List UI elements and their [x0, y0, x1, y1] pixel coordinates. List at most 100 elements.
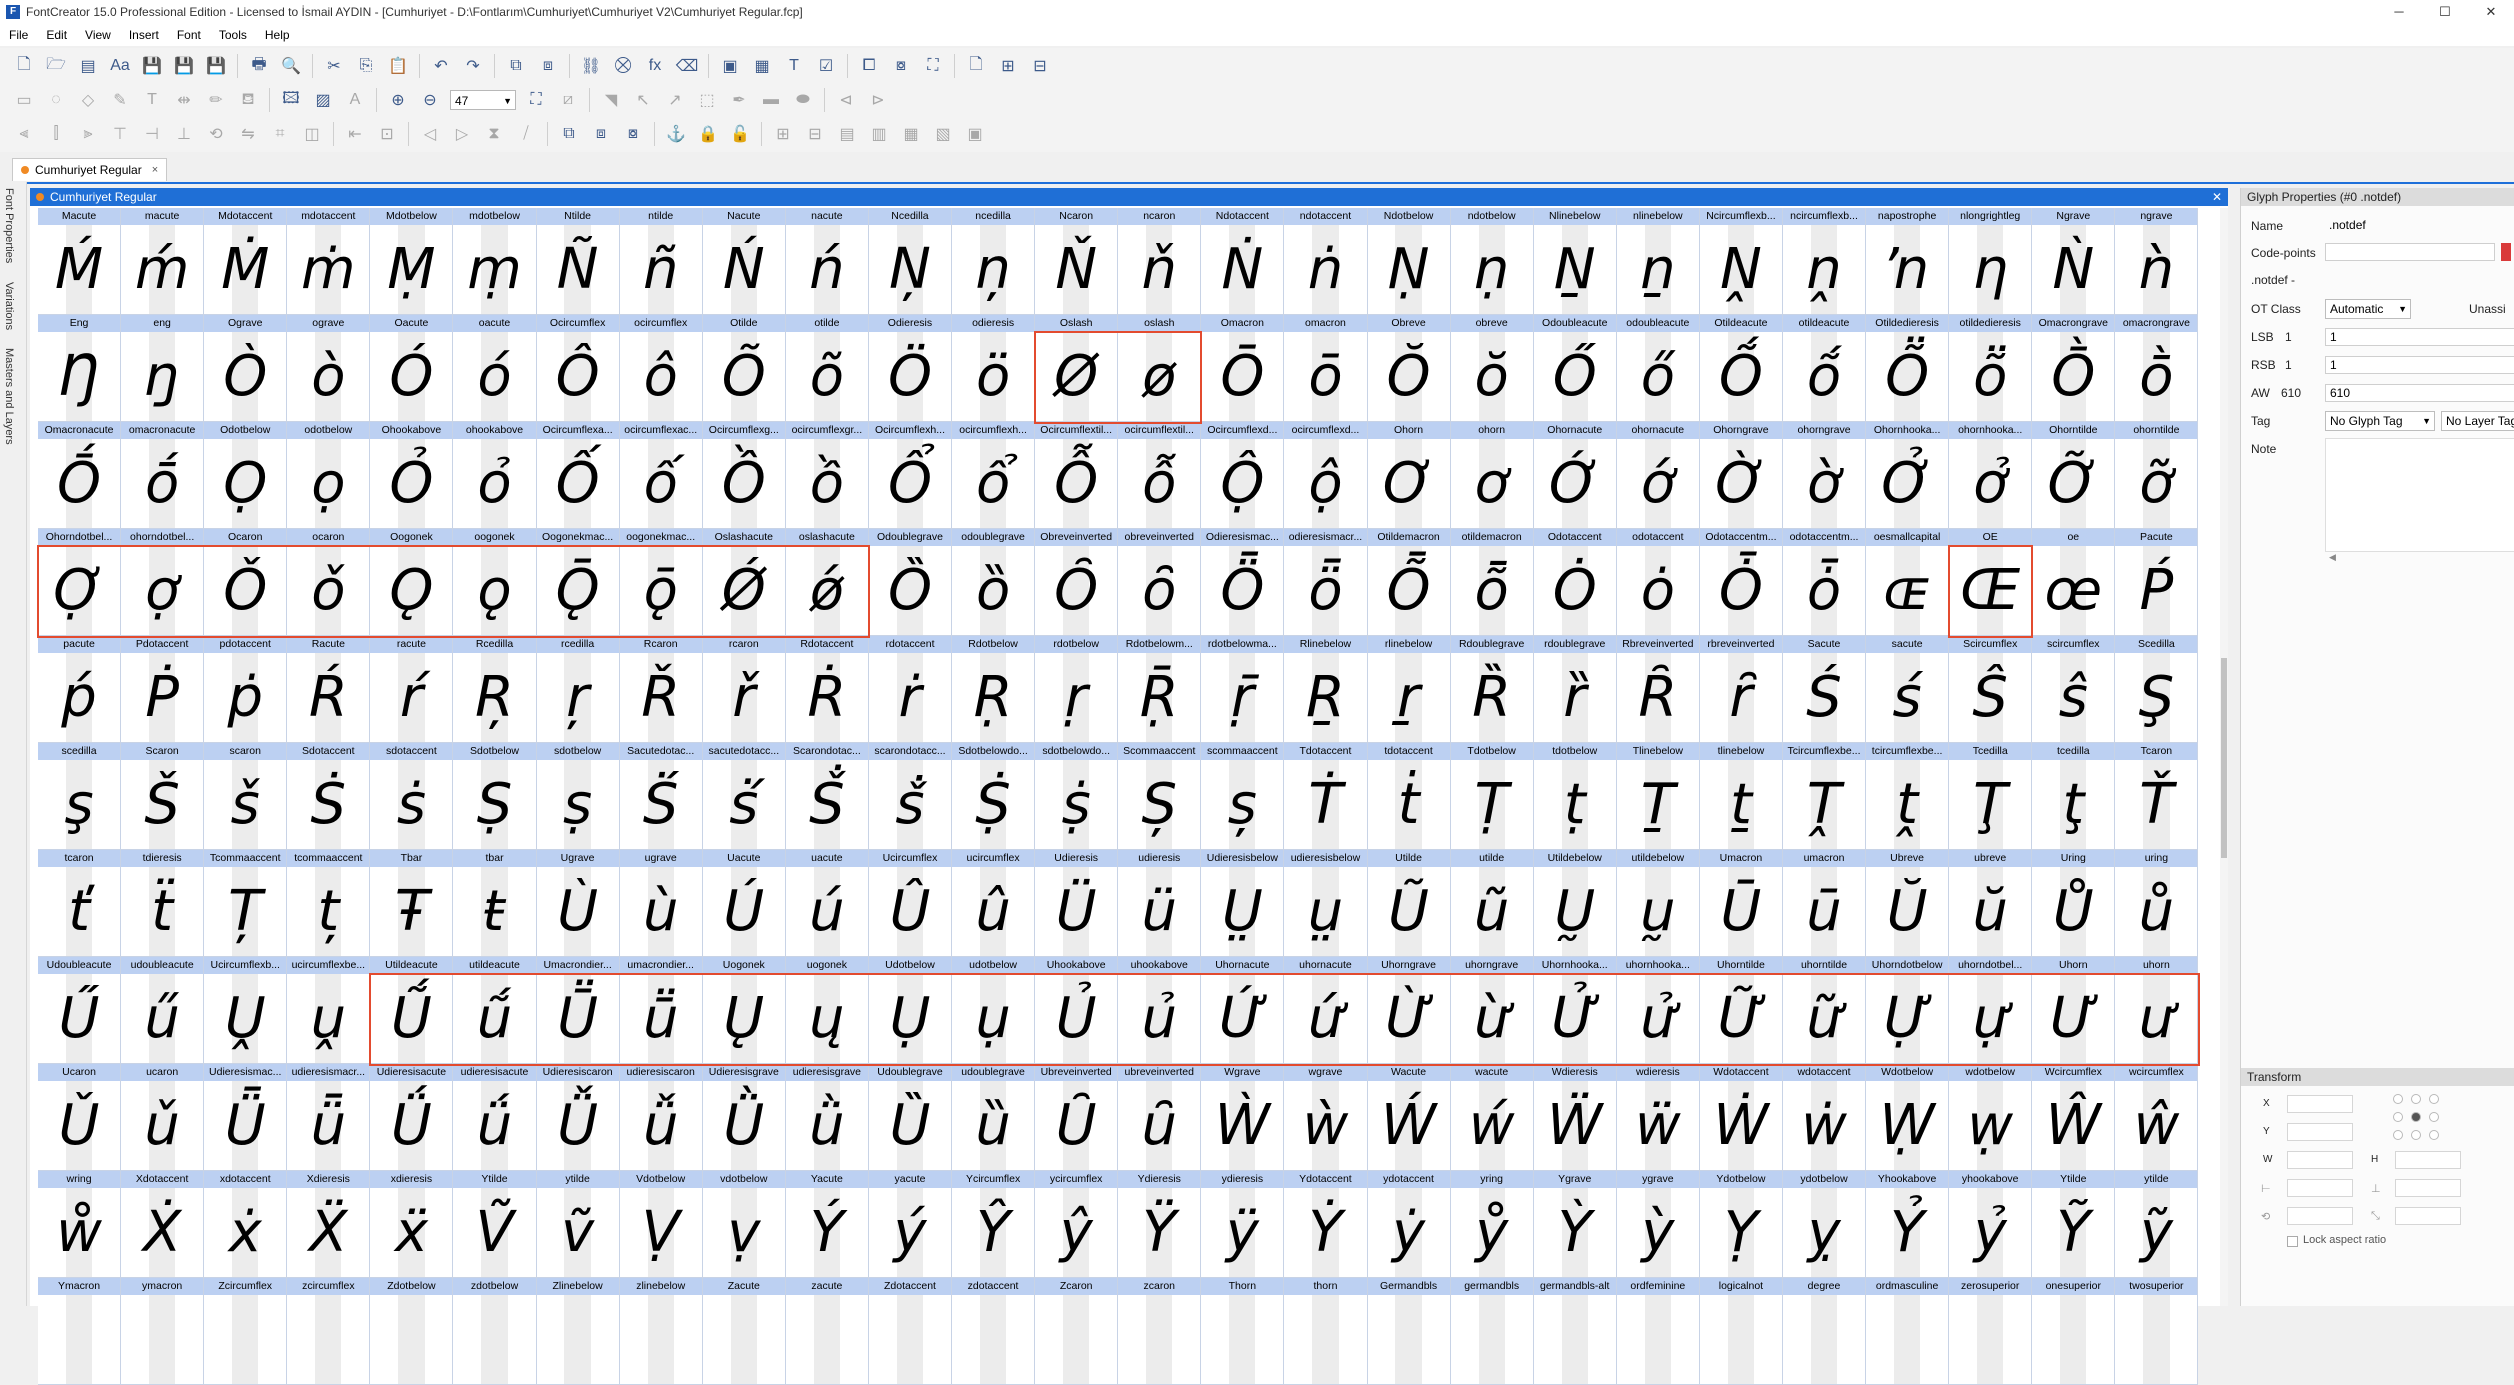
mirror-icon[interactable]: ⧗ — [481, 121, 507, 147]
glyph-cell[interactable]: Ndotbelow Ṇ — [1367, 208, 1451, 315]
vertical-scrollbar[interactable] — [2220, 208, 2228, 1306]
glyph-cell[interactable]: ohorndotbel... ợ — [121, 529, 205, 636]
copy-glyph-icon[interactable]: ⧉ — [503, 53, 529, 79]
glyph-cell[interactable]: Rcedilla Ŗ — [453, 636, 537, 743]
glyph-cell[interactable]: Scircumflex Ŝ — [1949, 636, 2033, 743]
glyph-cell[interactable]: Tcaron Ť — [2115, 743, 2199, 850]
glyph-cell[interactable]: Udieresiscaron Ǚ — [536, 1064, 620, 1171]
glyph-cell[interactable]: Uring Ů — [2032, 850, 2116, 957]
glyph-cell[interactable]: Uhookabove Ủ — [1035, 957, 1119, 1064]
glyph-cell[interactable]: tcaron ť — [38, 850, 122, 957]
link-icon[interactable]: ⛓ — [578, 53, 604, 79]
glyph-cell[interactable]: Odoublegrave Ȍ — [868, 529, 953, 636]
glyph-cell[interactable]: Ncircumflexb... Ṋ — [1699, 208, 1783, 315]
glyph-cell[interactable]: Odotaccentm... Ȱ — [1699, 529, 1783, 636]
glyph-cell[interactable]: ntilde ñ — [619, 208, 703, 315]
glyph-cell[interactable]: Odoubleacute Ő — [1533, 315, 1617, 422]
layout-icon[interactable]: ⊟ — [1027, 53, 1053, 79]
glyph-cell[interactable]: germandbls-alt — [1533, 1278, 1617, 1385]
menu-view[interactable]: View — [76, 28, 120, 42]
glyph-cell[interactable]: degree — [1782, 1278, 1867, 1385]
glyph-cell[interactable]: uhorndotbel... ự — [1949, 957, 2033, 1064]
glyph-cell[interactable]: tbar ŧ — [453, 850, 537, 957]
properties-icon[interactable]: ▣ — [717, 53, 743, 79]
guide-icon[interactable]: ⇤ — [342, 121, 368, 147]
glyph-cell[interactable]: Ucaron Ǔ — [38, 1064, 122, 1171]
glyph-cell[interactable]: odieresis ö — [952, 315, 1036, 422]
find-icon[interactable]: 🔍 — [278, 53, 304, 79]
skew-h-field[interactable] — [2287, 1179, 2353, 1197]
glyph-cell[interactable]: uogonek ų — [785, 957, 869, 1064]
glyph-cell[interactable]: zdotaccent — [952, 1278, 1036, 1385]
glyph-cell[interactable]: ucircumflex û — [952, 850, 1036, 957]
glyph-cell[interactable]: Omacronacute Ṓ — [38, 422, 122, 529]
glyph-cell[interactable]: ograve ò — [287, 315, 371, 422]
glyph-cell[interactable]: ncaron ň — [1118, 208, 1202, 315]
glyph-cell[interactable]: utildebelow ṵ — [1616, 850, 1700, 957]
open-project-icon[interactable]: ▤ — [75, 53, 101, 79]
validate-icon[interactable]: ☑ — [813, 53, 839, 79]
glyph-cell[interactable]: Omacrongrave Ṑ — [2032, 315, 2116, 422]
glyph-cell[interactable]: Zacute — [702, 1278, 786, 1385]
glyph-cell[interactable]: nlongrightleg ƞ — [1949, 208, 2033, 315]
glyph-cell[interactable]: Sdotbelow Ṣ — [453, 743, 537, 850]
close-font-window-icon[interactable]: ✕ — [2212, 188, 2222, 206]
zoom-select[interactable]: 47 ▼ — [450, 90, 516, 110]
glyph-cell[interactable]: tdotbelow ṭ — [1533, 743, 1617, 850]
tab-variations[interactable]: Variations — [3, 282, 15, 330]
tab-font-properties[interactable]: Font Properties — [3, 188, 15, 263]
rectangle-select-icon[interactable]: ▭ — [11, 87, 37, 113]
rect-shape-icon[interactable]: ▬ — [758, 87, 784, 113]
glyph-cell[interactable]: uhornacute ứ — [1284, 957, 1368, 1064]
glyph-cell[interactable]: Tdotbelow Ṭ — [1450, 743, 1534, 850]
y-field[interactable] — [2287, 1123, 2353, 1141]
glyph-cell[interactable]: ycircumflex ŷ — [1035, 1171, 1119, 1278]
save-as-icon[interactable]: 💾 — [171, 53, 197, 79]
menu-insert[interactable]: Insert — [120, 28, 168, 42]
glyph-cell[interactable]: Tcommaaccent Ț — [204, 850, 288, 957]
glyph-cell[interactable]: uhorntilde ữ — [1782, 957, 1867, 1064]
layer-tag-select[interactable]: No Layer Tag — [2441, 411, 2514, 431]
glyph-cell[interactable]: Udoubleacute Ű — [38, 957, 122, 1064]
glyph-cell[interactable]: thorn — [1284, 1278, 1368, 1385]
glyph-cell[interactable]: ubreveinverted ȗ — [1118, 1064, 1202, 1171]
glyph-cell[interactable]: Wdotaccent Ẇ — [1699, 1064, 1783, 1171]
glyph-cell[interactable]: Sdotbelowdo... Ṩ — [952, 743, 1036, 850]
menu-help[interactable]: Help — [256, 28, 299, 42]
glyph-cell[interactable]: Thorn — [1201, 1278, 1285, 1385]
glyph-cell[interactable]: Oogonekmac... Ǭ — [536, 529, 620, 636]
glyph-cell[interactable]: oesmallcapital ɶ — [1866, 529, 1950, 636]
new-window-icon[interactable]: 🗋 — [963, 53, 989, 79]
glyph-cell[interactable]: Ocircumflexh... Ổ — [868, 422, 953, 529]
text-icon[interactable]: T — [139, 87, 165, 113]
glyph-cell[interactable]: Umacrondier... Ṻ — [536, 957, 620, 1064]
glyph-cell[interactable]: umacron ū — [1782, 850, 1867, 957]
font-info-icon[interactable]: Aa — [107, 53, 133, 79]
intersect-icon[interactable]: ⧈ — [588, 121, 614, 147]
glyph-cell[interactable]: Tcircumflexbe... Ṱ — [1782, 743, 1867, 850]
rotate-field[interactable] — [2287, 1207, 2353, 1225]
glyph-cell[interactable]: ordfeminine — [1616, 1278, 1700, 1385]
scale-field[interactable] — [2395, 1207, 2461, 1225]
glyph-cell[interactable]: Pdotaccent Ṗ — [121, 636, 205, 743]
glyph-cell[interactable]: ngrave ǹ — [2115, 208, 2199, 315]
glyph-cell[interactable]: Wcircumflex Ŵ — [2032, 1064, 2116, 1171]
glyph-cell[interactable]: uacute ú — [785, 850, 869, 957]
glyph-cell[interactable]: Udoublegrave Ȕ — [868, 1064, 953, 1171]
glyph-cell[interactable]: Uogonek Ų — [702, 957, 786, 1064]
glyph-cell[interactable]: Macute Ḿ — [38, 208, 122, 315]
glyph-cell[interactable]: otildeacute ṍ — [1782, 315, 1867, 422]
glyph-cell[interactable]: Sacutedotac... Ṥ — [619, 743, 703, 850]
glyph-cell[interactable]: Eng Ŋ — [38, 315, 122, 422]
glyph-cell[interactable]: yhookabove ỷ — [1949, 1171, 2033, 1278]
undo-icon[interactable]: ↶ — [428, 53, 454, 79]
glyph-cell[interactable]: oogonekmac... ǭ — [619, 529, 703, 636]
glyph-cell[interactable]: Wgrave Ẁ — [1201, 1064, 1285, 1171]
knife-icon[interactable]: ◇ — [75, 87, 101, 113]
glyph-cell[interactable]: Ocircumflexg... Ồ — [702, 422, 786, 529]
glyph-cell[interactable]: Ydotbelow Ỵ — [1699, 1171, 1783, 1278]
glyph-cell[interactable]: ymacron — [121, 1278, 205, 1385]
lasso-icon[interactable]: ◌ — [43, 87, 69, 113]
glyph-cell[interactable]: Ugrave Ù — [536, 850, 620, 957]
test-icon[interactable]: ⧇ — [888, 53, 914, 79]
